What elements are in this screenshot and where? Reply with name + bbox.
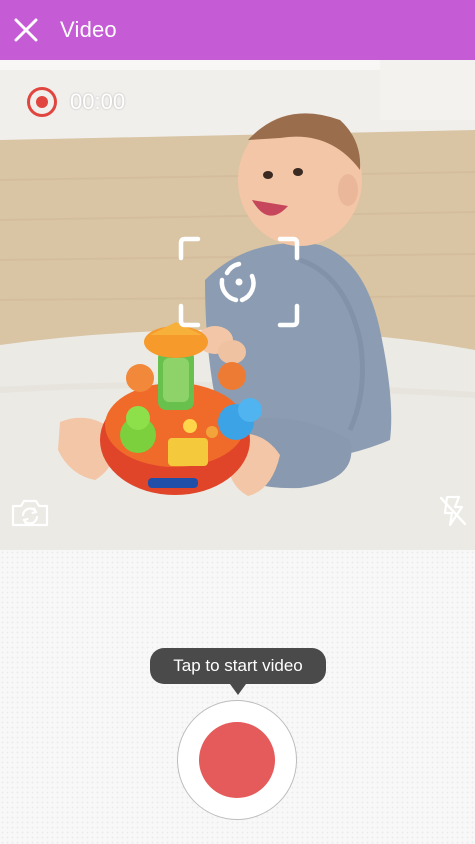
start-video-tooltip: Tap to start video [150, 648, 326, 684]
close-button[interactable] [12, 16, 40, 44]
recording-indicator: 00:00 [26, 86, 125, 118]
tooltip-arrow [230, 684, 246, 695]
focus-reticle-icon [178, 236, 300, 328]
app-bar: Video [0, 0, 475, 60]
flash-off-icon[interactable] [438, 494, 468, 528]
record-button[interactable] [177, 700, 297, 820]
close-icon [14, 18, 38, 42]
switch-camera-icon[interactable] [10, 498, 50, 528]
recording-timer: 00:00 [70, 89, 126, 114]
camera-preview[interactable]: 00:00 [0, 60, 475, 550]
record-button-icon [199, 722, 275, 798]
page-title: Video [60, 17, 117, 42]
capture-controls: Tap to start video [0, 550, 475, 844]
record-indicator-icon [27, 87, 57, 117]
